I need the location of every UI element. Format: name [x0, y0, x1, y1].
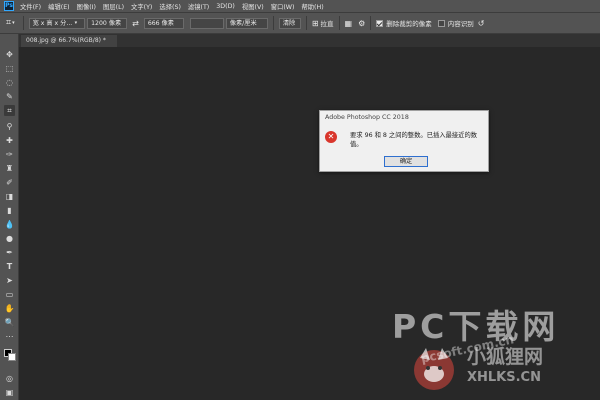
eyedropper-tool-icon[interactable]: ⚲: [4, 121, 15, 132]
eraser-tool-icon[interactable]: ◨: [4, 191, 15, 202]
photoshop-window: Ps 文件(F) 编辑(E) 图像(I) 图层(L) 文字(Y) 选择(S) 滤…: [0, 0, 600, 400]
menu-window[interactable]: 窗口(W): [271, 2, 295, 11]
crop-tool-icon[interactable]: ⌗: [4, 105, 15, 116]
content-aware-checkbox[interactable]: [437, 19, 445, 27]
watermark-subtitle: 小狐狸网: [467, 346, 544, 368]
move-tool-icon[interactable]: ✥: [4, 49, 15, 60]
zoom-tool-icon[interactable]: 🔍: [4, 317, 15, 328]
divider: [272, 16, 274, 30]
path-selection-tool-icon[interactable]: ➤: [4, 275, 15, 286]
error-dialog: Adobe Photoshop CC 2018 ✕ 要求 96 和 8 之间的整…: [319, 110, 489, 172]
clone-stamp-tool-icon[interactable]: ♜: [4, 163, 15, 174]
crop-tool-preset-icon[interactable]: ⌗: [6, 18, 11, 28]
dialog-title: Adobe Photoshop CC 2018: [325, 114, 409, 121]
chevron-down-icon[interactable]: ▾: [12, 20, 15, 26]
lasso-tool-icon[interactable]: ◌: [4, 77, 15, 88]
dialog-message: 要求 96 和 8 之间的整数。已插入最接近的数值。: [350, 132, 478, 148]
gradient-tool-icon[interactable]: ▮: [4, 205, 15, 216]
menu-filter[interactable]: 滤镜(T): [188, 2, 209, 11]
brush-tool-icon[interactable]: ✑: [4, 149, 15, 160]
blur-tool-icon[interactable]: 💧: [4, 219, 15, 230]
menu-type[interactable]: 文字(Y): [131, 2, 152, 11]
delete-cropped-checkbox[interactable]: [376, 19, 384, 27]
delete-cropped-label: 删除裁剪的像素: [386, 20, 432, 28]
marquee-tool-icon[interactable]: ⬚: [4, 63, 15, 74]
menu-layer[interactable]: 图层(L): [103, 2, 124, 11]
unit-select[interactable]: 像素/厘米: [225, 17, 268, 29]
quick-select-tool-icon[interactable]: ✎: [4, 91, 15, 102]
straighten-icon[interactable]: ⊞: [312, 19, 319, 28]
error-icon: ✕: [325, 131, 337, 143]
ok-button[interactable]: 确定: [384, 156, 428, 167]
more-tools-icon[interactable]: ⋯: [4, 331, 15, 342]
divider: [370, 16, 372, 30]
content-aware-label: 内容识别: [447, 20, 474, 28]
history-brush-tool-icon[interactable]: ✐: [4, 177, 15, 188]
divider: [338, 16, 340, 30]
document-tab[interactable]: 008.jpg @ 66.7%(RGB/8) *: [21, 35, 117, 47]
rectangle-tool-icon[interactable]: ▭: [4, 289, 15, 300]
menu-edit[interactable]: 编辑(E): [48, 2, 70, 11]
divider: [22, 16, 24, 30]
screen-mode-icon[interactable]: ▣: [4, 387, 15, 398]
menu-image[interactable]: 图像(I): [77, 2, 96, 11]
pen-tool-icon[interactable]: ✒: [4, 247, 15, 258]
photoshop-logo-icon: Ps: [4, 1, 14, 11]
dodge-tool-icon[interactable]: ●: [4, 233, 15, 244]
menu-help[interactable]: 帮助(H): [301, 2, 323, 11]
toolbox: ✥ ⬚ ◌ ✎ ⌗ ⚲ ✚ ✑ ♜ ✐ ◨ ▮ 💧 ● ✒ T ➤ ▭ ✋ 🔍 …: [0, 34, 19, 400]
type-tool-icon[interactable]: T: [4, 261, 15, 272]
resolution-input[interactable]: [189, 17, 224, 29]
menu-select[interactable]: 选择(S): [159, 2, 181, 11]
straighten-label[interactable]: 拉直: [321, 18, 334, 28]
height-input[interactable]: 666 像素: [143, 17, 184, 29]
gear-icon[interactable]: ⚙: [358, 19, 365, 28]
divider: [305, 16, 307, 30]
menu-bar: Ps 文件(F) 编辑(E) 图像(I) 图层(L) 文字(Y) 选择(S) 滤…: [0, 0, 600, 12]
quick-mask-icon[interactable]: ◎: [4, 373, 15, 384]
watermark-url: XHLKS.CN: [467, 370, 541, 385]
healing-brush-tool-icon[interactable]: ✚: [4, 135, 15, 146]
clear-button[interactable]: 清除: [278, 17, 301, 29]
width-input[interactable]: 1200 像素: [87, 17, 128, 29]
overlay-grid-icon[interactable]: ▦: [345, 19, 353, 28]
chevron-down-icon[interactable]: ▾: [75, 20, 78, 26]
menu-3d[interactable]: 3D(D): [216, 3, 235, 10]
reset-icon[interactable]: ↺: [478, 19, 485, 28]
background-color-swatch[interactable]: [8, 353, 16, 361]
swap-dimensions-icon[interactable]: ⇄: [132, 19, 139, 28]
menu-view[interactable]: 视图(V): [242, 2, 264, 11]
options-bar: ⌗ ▾ 宽 x 高 x 分... ▾ 1200 像素 ⇄ 666 像素 像素/厘…: [0, 12, 600, 34]
menu-file[interactable]: 文件(F): [20, 2, 41, 11]
hand-tool-icon[interactable]: ✋: [4, 303, 15, 314]
